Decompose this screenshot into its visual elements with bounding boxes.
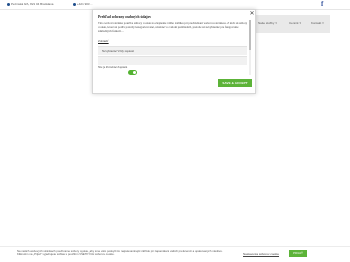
chevron-down-icon: ▾ [275,21,277,25]
close-icon[interactable]: ✕ [249,11,255,17]
scrollbar-thumb[interactable] [249,20,251,50]
save-accept-button[interactable]: SAVE & ACCEPT [218,79,252,87]
cookie-bar-text: Na našich webových stránkach používame s… [17,249,223,257]
main-nav: Naše služby▾ Cenník▾ Kontakt▾ [254,15,330,33]
nav-item-label: Cenník [289,21,299,25]
phone-item[interactable]: +421 903… [73,2,93,6]
cookie-consent-bar: Na našich webových stránkach používame s… [0,246,350,260]
modal-scroll-area[interactable]: Prehľad ochrany osobných údajov Táto web… [95,12,247,76]
privacy-overview-modal: ✕ Prehľad ochrany osobných údajov Táto w… [92,9,256,94]
address-text: Pezinská 9/A, 821 04 Bratislava [11,2,54,6]
necessary-cookies-label: Nevyhnutné Vždy zapnuté [102,49,134,53]
modal-title: Prehľad ochrany osobných údajov [98,15,152,19]
toggle-knob [133,71,136,74]
modal-body-text: Táto webová stránka používa súbory cooki… [98,21,247,33]
chevron-down-icon: ▾ [299,21,302,25]
cookie-accept-button[interactable]: PRIJAŤ [289,250,307,257]
read-more-link[interactable]: Zobraziť [98,39,109,43]
phone-icon [73,2,76,6]
chevron-down-icon: ▾ [322,21,324,25]
location-pin-icon [7,2,10,6]
modal-scrollbar[interactable] [249,20,251,75]
address-item: Pezinská 9/A, 821 04 Bratislava [7,2,53,6]
necessary-cookies-row[interactable]: Nevyhnutné Vždy zapnuté [98,46,247,55]
nav-item-services[interactable]: Naše služby▾ [258,21,277,25]
cookie-settings-link[interactable]: Nastavenia súborov cookie [243,252,279,256]
cookie-category-row[interactable] [98,56,247,65]
nav-item-label: Kontakt [311,21,322,25]
non-necessary-toggle[interactable] [128,70,137,75]
facebook-icon[interactable]: f [321,1,326,8]
nav-item-contact[interactable]: Kontakt▾ [311,21,324,25]
phone-text: +421 903… [77,2,93,6]
nav-item-pricing[interactable]: Cenník▾ [289,21,301,25]
non-necessary-label: Nie je Potrebné Zapnuté [98,65,128,69]
nav-item-label: Naše služby [258,21,275,25]
